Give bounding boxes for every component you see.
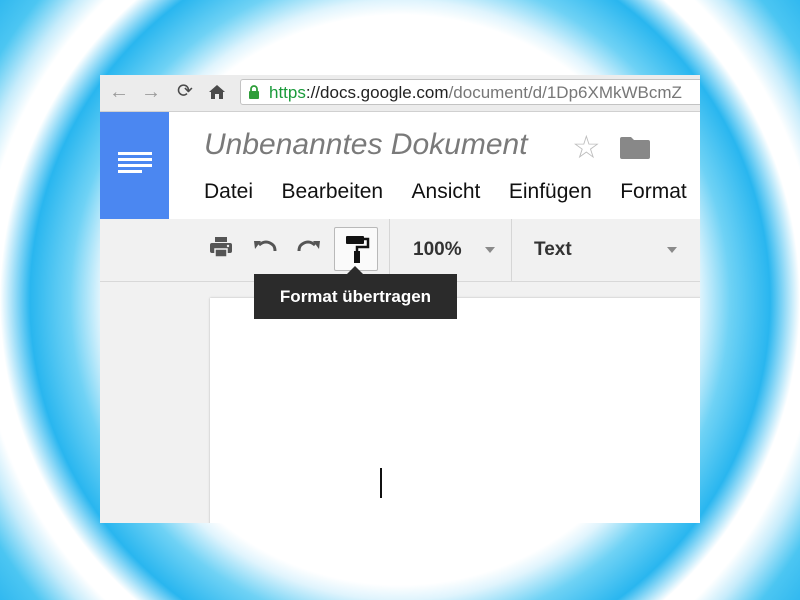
- paint-format-button[interactable]: [334, 227, 378, 271]
- style-dropdown-icon[interactable]: [667, 247, 677, 253]
- menu-einfuegen[interactable]: Einfügen: [509, 180, 592, 204]
- menu-format[interactable]: Format: [620, 180, 687, 204]
- browser-window: ← → ⟳ https://docs.google.com/document/d…: [100, 75, 700, 523]
- menu-ansicht[interactable]: Ansicht: [412, 180, 481, 204]
- star-icon[interactable]: ☆: [572, 128, 601, 166]
- home-icon[interactable]: [206, 81, 228, 103]
- print-icon[interactable]: [207, 233, 235, 261]
- text-cursor: [380, 468, 382, 498]
- undo-icon[interactable]: [251, 233, 279, 261]
- address-bar[interactable]: https://docs.google.com/document/d/1Dp6X…: [240, 79, 700, 105]
- docs-header: Unbenanntes Dokument ☆ Datei Bearbeiten …: [100, 112, 700, 219]
- forward-icon[interactable]: →: [140, 81, 162, 103]
- back-icon[interactable]: ←: [108, 81, 130, 103]
- docs-logo-icon: [118, 152, 152, 173]
- zoom-select[interactable]: 100%: [413, 239, 462, 261]
- url-path: /document/d/1Dp6XMkWBcmZ: [448, 83, 682, 102]
- docs-home-button[interactable]: [100, 112, 169, 219]
- url-text: https://docs.google.com/document/d/1Dp6X…: [269, 83, 682, 103]
- lock-icon: [249, 85, 259, 99]
- tooltip: Format übertragen: [254, 266, 457, 319]
- menu-bearbeiten[interactable]: Bearbeiten: [281, 180, 383, 204]
- browser-toolbar: ← → ⟳ https://docs.google.com/document/d…: [100, 75, 700, 112]
- document-page[interactable]: [210, 298, 700, 523]
- zoom-dropdown-icon[interactable]: [485, 247, 495, 253]
- docs-toolbar: 100% Text: [100, 219, 700, 282]
- toolbar-divider: [389, 219, 390, 281]
- url-host: docs.google.com: [320, 83, 449, 102]
- menu-datei[interactable]: Datei: [204, 180, 253, 204]
- paragraph-style-select[interactable]: Text: [534, 239, 572, 261]
- url-separator: ://: [305, 83, 321, 102]
- document-title[interactable]: Unbenanntes Dokument: [204, 128, 528, 162]
- menu-bar: Datei Bearbeiten Ansicht Einfügen Format: [204, 180, 700, 204]
- folder-icon[interactable]: [620, 137, 650, 159]
- url-scheme: https: [269, 83, 306, 102]
- toolbar-divider: [511, 219, 512, 281]
- reload-icon[interactable]: ⟳: [174, 81, 196, 103]
- paint-format-icon: [346, 236, 370, 263]
- redo-icon[interactable]: [295, 233, 323, 261]
